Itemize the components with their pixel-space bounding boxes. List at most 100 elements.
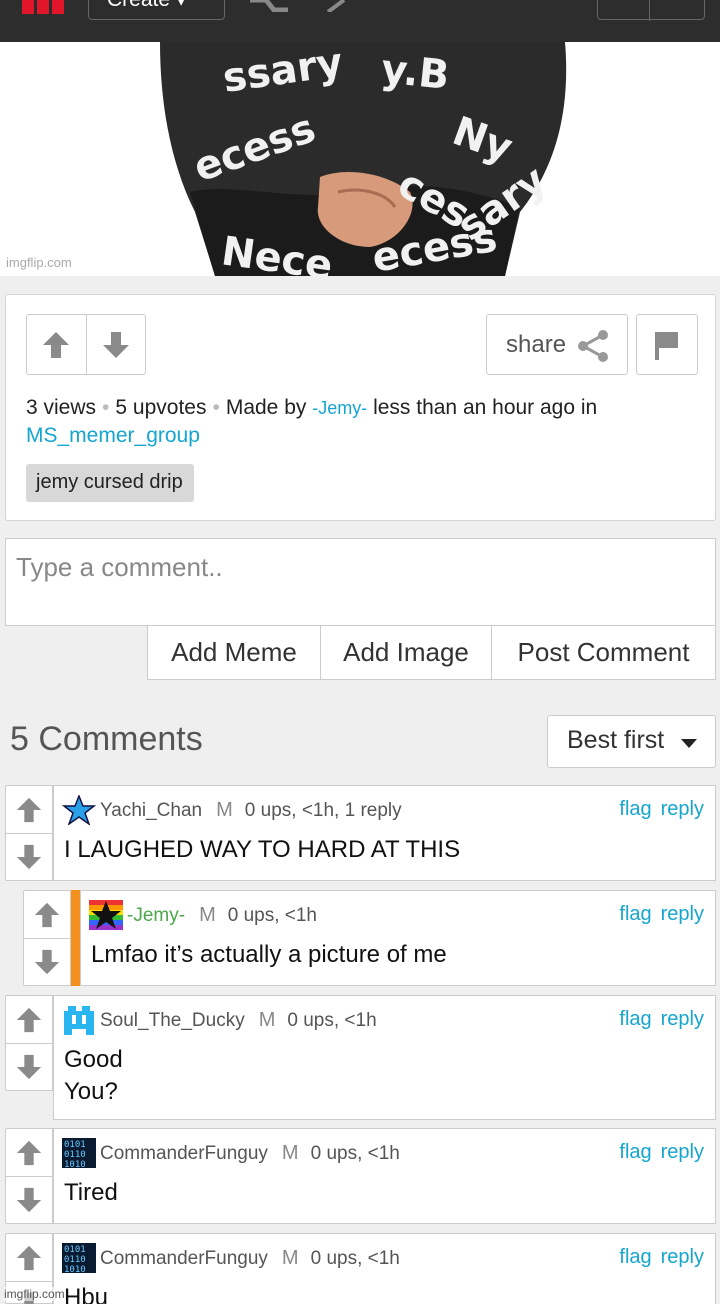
add-image-button[interactable]: Add Image [320, 626, 491, 679]
comment-downvote-button[interactable] [24, 938, 70, 985]
comment: 0101 0110 1010 CommanderFunguy M 0 ups, <1… [5, 1233, 716, 1304]
comment-upvote-button[interactable] [24, 891, 70, 938]
imgflip-logo[interactable] [22, 0, 68, 14]
reply-link[interactable]: reply [661, 798, 704, 820]
arrow-up-icon [43, 331, 70, 358]
flag-link[interactable]: flag [619, 1141, 651, 1163]
comment: Soul_The_Ducky M 0 ups, <1h flag reply Good… [5, 995, 716, 1120]
comment-downvote-button[interactable] [6, 833, 52, 880]
create-button[interactable]: Create ▾ [88, 0, 225, 20]
pixel-ghost-avatar-icon[interactable] [62, 1005, 96, 1035]
binary-text: 1010 [64, 1265, 86, 1273]
comment-meta: 0 ups, <1h [310, 1248, 400, 1269]
comment-username[interactable]: Yachi_Chan [100, 800, 202, 821]
flag-link[interactable]: flag [619, 1246, 651, 1268]
flag-link[interactable]: flag [619, 1008, 651, 1030]
rainbow-star-avatar-icon[interactable] [89, 900, 123, 930]
comment-upvote-button[interactable] [6, 1129, 52, 1176]
comment-sort-select[interactable]: Best first [547, 715, 716, 768]
comment-links: flag reply [619, 1141, 704, 1164]
downvote-button[interactable] [85, 315, 145, 374]
user-menu-buttons[interactable] [597, 0, 705, 21]
comment-links: flag reply [619, 1008, 704, 1031]
made-by-label: Made by [225, 396, 307, 419]
mod-badge: M [258, 1009, 276, 1031]
reply-indicator [71, 890, 80, 986]
comment-username[interactable]: Soul_The_Ducky [100, 1010, 245, 1031]
comment-text: Good You? [64, 1046, 123, 1105]
imgflip-watermark: imgflip.com [6, 255, 72, 270]
binary-text: 0101 [64, 1245, 86, 1255]
comment-body: Soul_The_Ducky M 0 ups, <1h flag reply Good… [53, 995, 716, 1120]
share-icon [578, 330, 608, 362]
comment: 0101 0110 1010 CommanderFunguy M 0 ups, <1… [5, 1128, 716, 1224]
comment-body: -Jemy- M 0 ups, <1h flag reply Lmfao it’s a… [80, 890, 716, 986]
share-button[interactable]: share [486, 314, 628, 375]
comment-header: CommanderFunguy M 0 ups, <1h [100, 1142, 400, 1165]
comment-header: Yachi_Chan M 0 ups, <1h, 1 reply [100, 799, 402, 822]
post-time: less than an hour ago in [373, 396, 598, 419]
arrow-up-icon [34, 902, 60, 927]
comments-count: 5 Comments [10, 720, 203, 758]
arrow-down-icon [16, 1054, 42, 1080]
imgflip-watermark: imgflip.com [4, 1287, 65, 1301]
separator-dot: • [212, 396, 220, 419]
comment-meta: 0 ups, <1h [227, 905, 318, 926]
comment-body: 0101 0110 1010 CommanderFunguy M 0 ups, <1… [53, 1233, 716, 1304]
meme-image[interactable]: ssary y.B Ny ecess ces Nece ecess sary [0, 42, 720, 276]
post-vote-buttons [26, 314, 146, 375]
mod-badge: M [216, 799, 233, 821]
add-meme-button[interactable]: Add Meme [148, 626, 320, 679]
post-comment-button[interactable]: Post Comment [491, 626, 715, 679]
flag-link[interactable]: flag [619, 903, 651, 925]
binary-text: 0110 [64, 1150, 86, 1160]
reply-link[interactable]: reply [661, 1008, 704, 1030]
author-link[interactable]: -Jemy- [312, 398, 367, 418]
star-avatar-icon[interactable] [62, 795, 96, 825]
comment-input[interactable]: Type a comment.. [5, 538, 716, 626]
comment-upvote-button[interactable] [6, 996, 52, 1043]
mod-badge: M [281, 1142, 299, 1164]
sort-label: Best first [567, 726, 665, 754]
comment-downvote-button[interactable] [6, 1176, 52, 1223]
shuffle-icon[interactable] [248, 0, 294, 12]
separator-dot: • [102, 396, 110, 419]
comment-username[interactable]: -Jemy- [127, 905, 185, 926]
view-count: 3 views [26, 396, 97, 419]
comment-actions: Add Meme Add Image Post Comment [147, 625, 716, 680]
arrow-down-icon [34, 949, 60, 975]
binary-avatar-icon[interactable]: 0101 0110 1010 [62, 1243, 96, 1273]
arrow-up-icon [16, 1140, 42, 1165]
reply-link[interactable]: reply [661, 903, 704, 925]
reply-link[interactable]: reply [661, 1246, 704, 1268]
comment-text: I LAUGHED WAY TO HARD AT THIS [64, 836, 461, 863]
stream-link[interactable]: MS_memer_group [26, 424, 200, 447]
comment-vote-buttons [5, 995, 53, 1091]
upvote-count: 5 upvotes [115, 396, 207, 419]
flag-button[interactable] [636, 314, 698, 375]
comment-username[interactable]: CommanderFunguy [100, 1143, 268, 1164]
comment-links: flag reply [619, 903, 704, 926]
comment-meta: 0 ups, <1h, 1 reply [244, 800, 402, 821]
flag-icon [655, 331, 678, 360]
comment-links: flag reply [619, 1246, 704, 1269]
comment-upvote-button[interactable] [6, 786, 52, 833]
share-label: share [506, 331, 567, 358]
post-meta: 3 views • 5 upvotes • Made by -Jemy- less th… [26, 394, 706, 449]
meme-picture: ssary y.B Ny ecess ces Nece ecess sary [160, 42, 567, 276]
upvote-button[interactable] [27, 315, 86, 374]
flag-link[interactable]: flag [619, 798, 651, 820]
reply-link[interactable]: reply [661, 1141, 704, 1163]
search-icon[interactable] [326, 0, 356, 12]
comment-header: -Jemy- M 0 ups, <1h [127, 904, 317, 927]
arrow-down-icon [16, 844, 42, 870]
comment-header: Soul_The_Ducky M 0 ups, <1h [100, 1009, 377, 1032]
binary-avatar-icon[interactable]: 0101 0110 1010 [62, 1138, 96, 1168]
mod-badge: M [281, 1247, 299, 1269]
arrow-up-icon [16, 1245, 42, 1270]
comment-downvote-button[interactable] [6, 1043, 52, 1090]
comment-username[interactable]: CommanderFunguy [100, 1248, 268, 1269]
comment-text: Tired [64, 1179, 118, 1206]
post-tag[interactable]: jemy cursed drip [26, 464, 194, 502]
comment-upvote-button[interactable] [6, 1234, 52, 1281]
